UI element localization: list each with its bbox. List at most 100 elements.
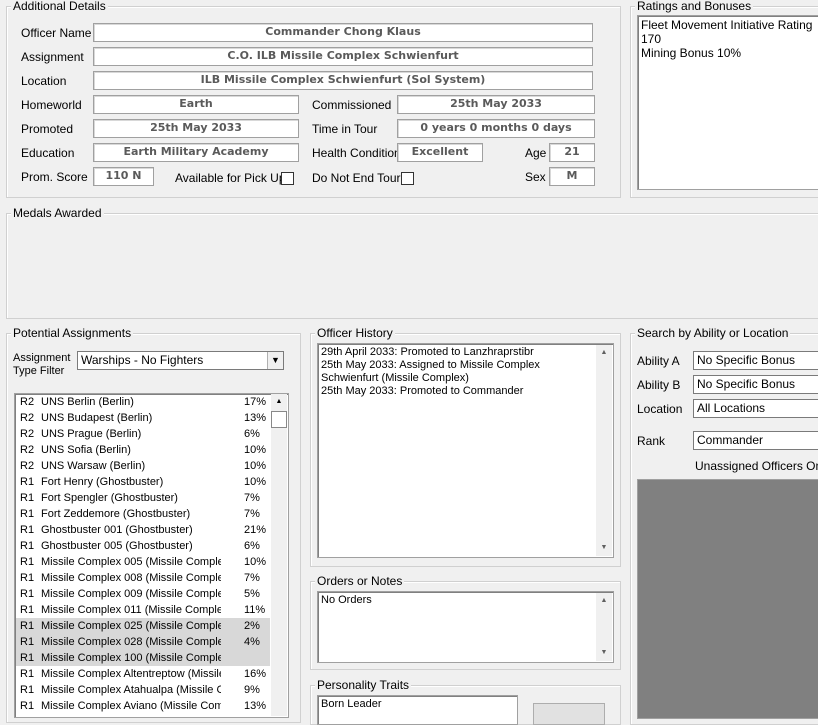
assignment-row[interactable]: R1 Missile Complex Aviano (Missile Comple…	[16, 698, 270, 714]
assignment-row[interactable]: R1 Fort Spengler (Ghostbuster) 7%	[16, 490, 270, 506]
chevron-down-icon[interactable]: ▼	[267, 352, 283, 369]
search-location-value: All Locations	[697, 401, 766, 415]
assignment-field[interactable]: C.O. ILB Missile Complex Schwienfurt	[93, 47, 593, 66]
assignment-row[interactable]: R1 Missile Complex Atahualpa (Missile Com…	[16, 682, 270, 698]
assignment-name: Missile Complex 008 (Missile Complex)	[41, 572, 221, 584]
medals-group: Medals Awarded	[6, 206, 818, 319]
prom-score-field[interactable]: 110 N	[93, 167, 154, 186]
ratings-legend: Ratings and Bonuses	[635, 0, 754, 13]
traits-side-button[interactable]	[533, 703, 605, 725]
sex-field[interactable]: M	[549, 167, 595, 186]
assignment-type-filter-value: Warships - No Fighters	[81, 353, 204, 367]
orders-textbox[interactable]: No Orders ▲ ▼	[317, 591, 614, 663]
scroll-up-icon[interactable]: ▲	[596, 593, 612, 609]
promoted-field[interactable]: 25th May 2033	[93, 119, 299, 138]
scroll-down-icon[interactable]: ▼	[596, 645, 612, 661]
assignment-row[interactable]: R1 Ghostbuster 001 (Ghostbuster) 21%	[16, 522, 270, 538]
assignment-rank: R1	[20, 668, 35, 680]
age-field[interactable]: 21	[549, 143, 595, 162]
assignment-percent: 7%	[244, 508, 260, 520]
assignment-rank: R2	[20, 460, 35, 472]
officer-name-field[interactable]: Commander Chong Klaus	[93, 23, 593, 42]
scroll-thumb[interactable]	[271, 411, 287, 428]
search-legend: Search by Ability or Location	[635, 326, 791, 340]
promoted-label: Promoted	[21, 122, 74, 136]
assignment-row[interactable]: R1 Missile Complex 025 (Missile Complex) 2…	[16, 618, 270, 634]
ability-a-select[interactable]: No Specific Bonus	[693, 351, 818, 370]
orders-scrollbar[interactable]: ▲ ▼	[596, 593, 612, 661]
officer-history-text: 29th April 2033: Promoted to Lanzhraprst…	[321, 346, 540, 397]
assignment-rank: R1	[20, 476, 35, 488]
do-not-end-checkbox[interactable]	[401, 172, 414, 185]
homeworld-field[interactable]: Earth	[93, 95, 299, 114]
pickup-label: Available for Pick Up	[175, 171, 286, 185]
scroll-down-icon[interactable]: ▼	[596, 540, 612, 556]
assignment-percent: 2%	[244, 620, 260, 632]
assignment-percent: 9%	[244, 684, 260, 696]
history-scrollbar[interactable]: ▲ ▼	[596, 345, 612, 556]
assignment-percent: 7%	[244, 572, 260, 584]
assignment-name: UNS Prague (Berlin)	[41, 428, 142, 440]
commissioned-field[interactable]: 25th May 2033	[397, 95, 595, 114]
assignment-row[interactable]: R1 Missile Complex 005 (Missile Complex) 1…	[16, 554, 270, 570]
assignment-rank: R1	[20, 572, 35, 584]
location-label: Location	[21, 74, 67, 88]
assignment-percent: 21%	[244, 524, 267, 536]
prom-score-label: Prom. Score	[21, 170, 88, 184]
assignment-percent: 6%	[244, 540, 260, 552]
health-field[interactable]: Excellent	[397, 143, 483, 162]
education-field[interactable]: Earth Military Academy	[93, 143, 299, 162]
assignment-row[interactable]: R1 Missile Complex 011 (Missile Complex) 1…	[16, 602, 270, 618]
assignment-row[interactable]: R1 Missile Complex 008 (Missile Complex) 7…	[16, 570, 270, 586]
assignment-name: Fort Henry (Ghostbuster)	[41, 476, 164, 488]
scroll-up-icon[interactable]: ▲	[596, 345, 612, 361]
assignment-rank: R1	[20, 508, 35, 520]
assignment-percent: 4%	[244, 636, 260, 648]
assignment-row[interactable]: R1 Missile Complex 100 (Missile Complex)	[16, 650, 270, 666]
assignment-name: Missile Complex 025 (Missile Complex)	[41, 620, 221, 632]
assignment-row[interactable]: R1 Missile Complex 028 (Missile Complex) 4…	[16, 634, 270, 650]
assignment-name: UNS Berlin (Berlin)	[41, 396, 134, 408]
pickup-checkbox[interactable]	[281, 172, 294, 185]
search-location-select[interactable]: All Locations	[693, 399, 818, 418]
assignment-row[interactable]: R2 UNS Budapest (Berlin) 13%	[16, 410, 270, 426]
time-in-tour-field[interactable]: 0 years 0 months 0 days	[397, 119, 595, 138]
officer-history-textbox[interactable]: 29th April 2033: Promoted to Lanzhraprst…	[317, 343, 614, 558]
medals-legend: Medals Awarded	[11, 206, 104, 220]
assignment-name: Fort Spengler (Ghostbuster)	[41, 492, 178, 504]
assignment-row[interactable]: R2 UNS Sofia (Berlin) 10%	[16, 442, 270, 458]
assignment-row[interactable]: R2 UNS Prague (Berlin) 6%	[16, 426, 270, 442]
assignment-type-filter-select[interactable]: Warships - No Fighters ▼	[77, 351, 284, 370]
assignments-scrollbar[interactable]: ▲	[271, 394, 287, 716]
rank-select[interactable]: Commander	[693, 431, 818, 450]
unassigned-only-label: Unassigned Officers Only	[695, 459, 818, 473]
assignment-row[interactable]: R1 Missile Complex 009 (Missile Complex) 5…	[16, 586, 270, 602]
additional-details-legend: Additional Details	[11, 0, 108, 13]
location-field[interactable]: ILB Missile Complex Schwienfurt (Sol Sys…	[93, 71, 593, 90]
assignment-percent: 13%	[244, 700, 267, 712]
assignment-percent: 7%	[244, 492, 260, 504]
assignment-rank: R1	[20, 700, 35, 712]
orders-text: No Orders	[321, 594, 372, 606]
sex-label: Sex	[525, 170, 546, 184]
assignment-row[interactable]: R1 Ghostbuster 005 (Ghostbuster) 6%	[16, 538, 270, 554]
potential-assignments-list[interactable]: R2 UNS Berlin (Berlin) 17% R2 UNS Budapest (…	[14, 393, 289, 718]
personality-traits-legend: Personality Traits	[315, 678, 412, 692]
officer-history-legend: Officer History	[315, 326, 395, 340]
assignment-row[interactable]: R1 Missile Complex Altentreptow (Missile …	[16, 666, 270, 682]
personality-traits-textbox[interactable]: Born Leader	[317, 695, 518, 725]
assignment-row[interactable]: R1 Fort Henry (Ghostbuster) 10%	[16, 474, 270, 490]
search-results-panel[interactable]	[637, 479, 818, 719]
assignment-percent: 11%	[244, 604, 266, 616]
assignment-row[interactable]: R2 UNS Warsaw (Berlin) 10%	[16, 458, 270, 474]
education-label: Education	[21, 146, 75, 160]
assignment-rank: R1	[20, 588, 35, 600]
assignment-name: Missile Complex 009 (Missile Complex)	[41, 588, 221, 600]
age-label: Age	[525, 146, 547, 160]
assignment-row[interactable]: R2 UNS Berlin (Berlin) 17%	[16, 394, 270, 410]
assignment-row[interactable]: R1 Fort Zeddemore (Ghostbuster) 7%	[16, 506, 270, 522]
ability-b-select[interactable]: No Specific Bonus	[693, 375, 818, 394]
assignment-rank: R2	[20, 444, 35, 456]
scroll-up-icon[interactable]: ▲	[271, 394, 287, 410]
ratings-textbox[interactable]: Fleet Movement Initiative Rating 170 Min…	[637, 15, 818, 190]
